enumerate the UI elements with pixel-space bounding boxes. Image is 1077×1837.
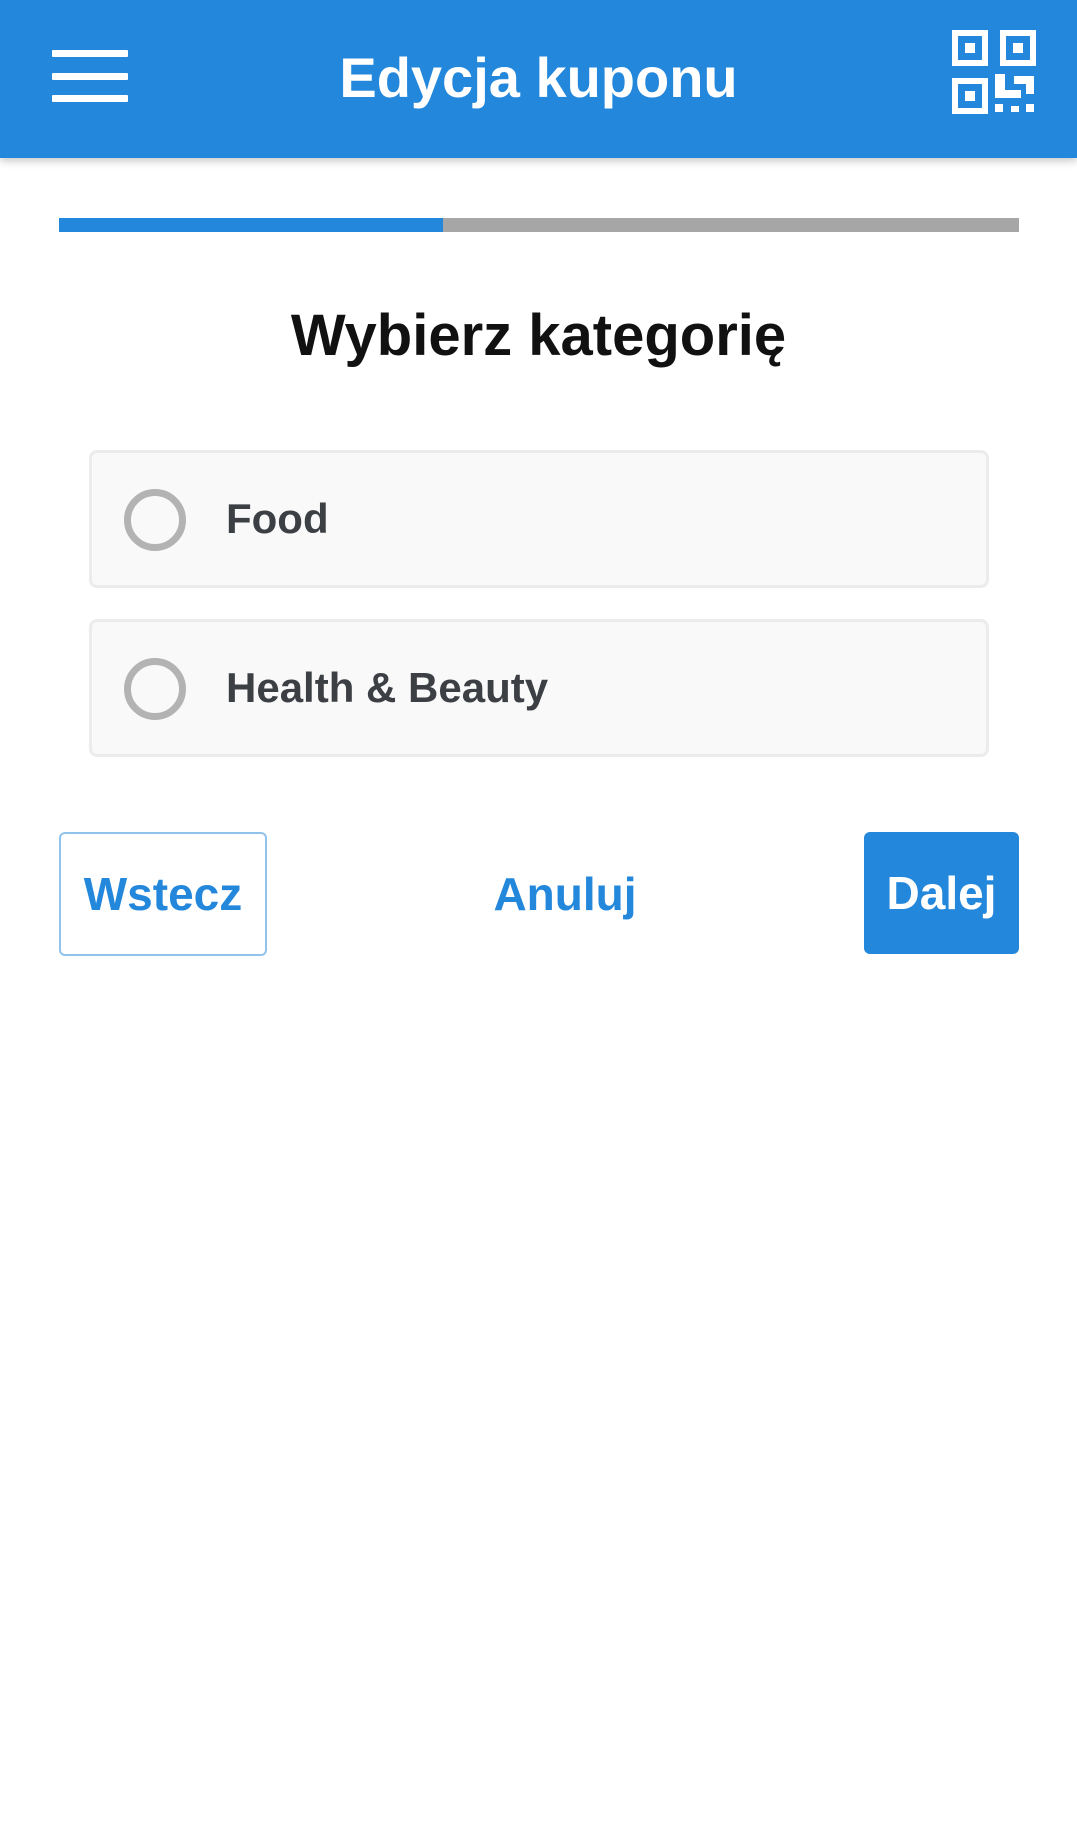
option-label: Food <box>226 495 329 542</box>
qr-code-graphic <box>952 30 1036 114</box>
step-progress-bar <box>59 218 1019 232</box>
cancel-button[interactable]: Anuluj <box>480 832 650 956</box>
next-button[interactable]: Dalej <box>864 832 1019 954</box>
category-option-health-beauty[interactable]: Health & Beauty <box>89 619 989 757</box>
step-progress-fill <box>59 218 443 232</box>
radio-button[interactable] <box>124 658 186 720</box>
category-option-food[interactable]: Food <box>89 450 989 588</box>
qr-code-icon[interactable] <box>952 30 1036 114</box>
option-label: Health & Beauty <box>226 664 549 711</box>
category-heading: Wybierz kategorię <box>290 303 787 368</box>
radio-button[interactable] <box>124 489 186 551</box>
back-button[interactable]: Wstecz <box>59 832 267 956</box>
page-title: Edycja kuponu <box>339 46 738 109</box>
app-bar: Edycja kuponu <box>0 0 1077 158</box>
